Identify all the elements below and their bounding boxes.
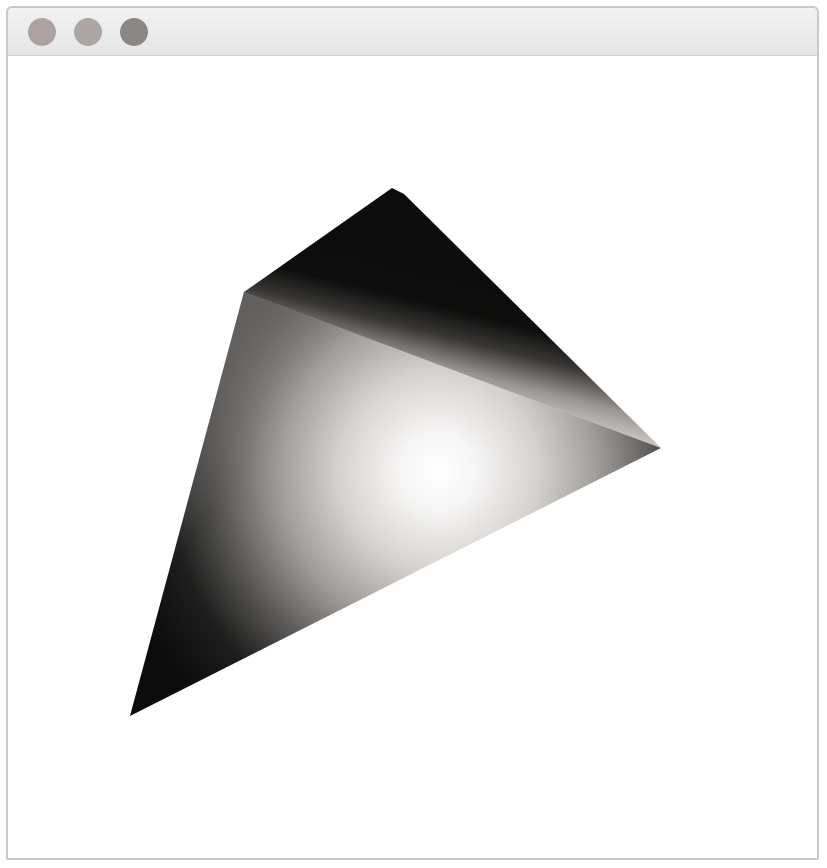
minimize-icon[interactable]	[74, 18, 102, 46]
title-bar[interactable]	[8, 8, 817, 56]
tetrahedron-render	[130, 188, 661, 716]
render-canvas[interactable]	[8, 56, 817, 858]
tetrahedron-edge-shade	[130, 292, 661, 716]
app-window	[6, 6, 819, 860]
maximize-icon[interactable]	[120, 18, 148, 46]
close-icon[interactable]	[28, 18, 56, 46]
